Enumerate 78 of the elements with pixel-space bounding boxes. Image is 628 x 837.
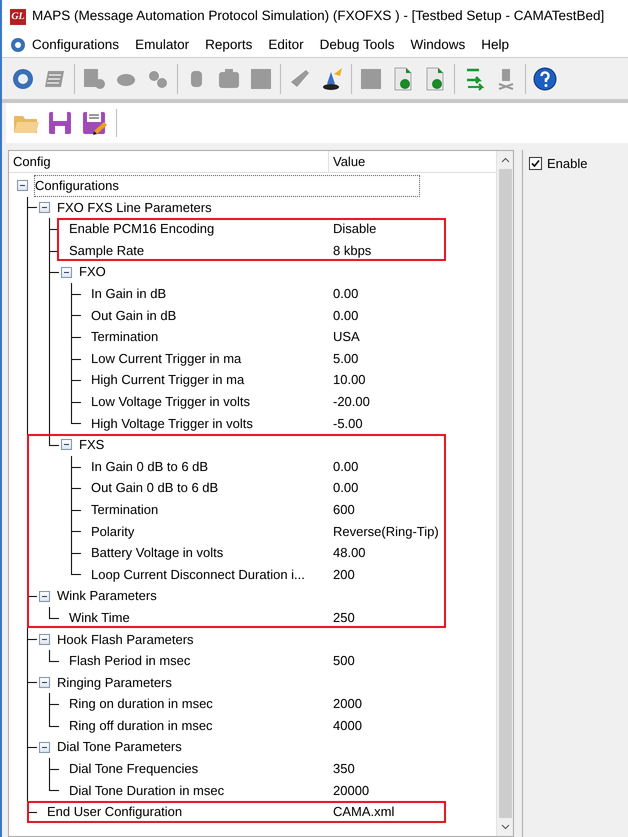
tree-item-label[interactable]: Termination: [91, 500, 158, 520]
tree-item-label[interactable]: Ring off duration in msec: [69, 716, 213, 736]
tree-item-label[interactable]: Enable PCM16 Encoding: [69, 219, 214, 239]
save-edit-icon[interactable]: [80, 109, 108, 137]
tree-item-label[interactable]: Flash Period in msec: [69, 651, 190, 671]
value-cell-text: 5.00: [332, 350, 358, 368]
tree-item-label[interactable]: Hook Flash Parameters: [57, 630, 194, 650]
checkbox[interactable]: [529, 157, 542, 170]
tree-item-label[interactable]: Configurations: [35, 176, 419, 196]
value-cell-text: 4000: [332, 716, 362, 735]
tree-item-label[interactable]: Wink Parameters: [57, 586, 157, 606]
tree-item-label[interactable]: FXO FXS Line Parameters: [57, 198, 212, 218]
value-cell-text: 0.00: [332, 479, 358, 498]
value-cell-text: 350: [332, 760, 355, 778]
value-cell-text: 600: [332, 500, 355, 519]
tree-item-label[interactable]: In Gain in dB: [91, 284, 166, 304]
value-cell-text: CAMA.xml: [332, 803, 394, 822]
tree-item-label[interactable]: Loop Current Disconnect Duration i...: [91, 564, 305, 584]
column-header[interactable]: Value: [329, 151, 496, 172]
value-cell-text: USA: [332, 328, 360, 346]
save-icon[interactable]: [46, 109, 74, 137]
collapse-toggle[interactable]: [61, 439, 72, 450]
collapse-toggle[interactable]: [39, 634, 50, 645]
tree-item-label[interactable]: In Gain 0 dB to 6 dB: [91, 456, 208, 476]
collapse-toggle[interactable]: [39, 676, 50, 688]
value-cell-text: 250: [332, 608, 355, 627]
collapse-toggle[interactable]: [17, 180, 28, 192]
menu-item[interactable]: Reports: [205, 34, 252, 56]
tree-item-label[interactable]: High Voltage Trigger in volts: [91, 414, 253, 434]
value-cell-text: 2000: [332, 695, 362, 714]
menu-item[interactable]: Help: [481, 34, 509, 56]
tree-item-label[interactable]: FXO: [79, 262, 106, 282]
value-cell-text: 8 kbps: [332, 242, 372, 260]
checkbox-label: Enable: [547, 155, 588, 173]
value-cell-text: -20.00: [332, 392, 370, 411]
tree-item-label[interactable]: Sample Rate: [69, 240, 144, 260]
menu-item[interactable]: Debug Tools: [320, 34, 394, 56]
collapse-toggle[interactable]: [61, 266, 72, 278]
tree-item-label[interactable]: Battery Voltage in volts: [91, 543, 224, 563]
menu-item[interactable]: Emulator: [135, 34, 190, 56]
tree-item-label[interactable]: Dial Tone Parameters: [57, 737, 182, 757]
value-cell-text: 48.00: [332, 544, 366, 562]
tree-item-label[interactable]: Low Voltage Trigger in volts: [91, 392, 250, 412]
collapse-toggle[interactable]: [39, 590, 50, 602]
collapse-toggle[interactable]: [39, 742, 50, 753]
tree-item-label[interactable]: Termination: [91, 327, 158, 347]
menu-item[interactable]: Windows: [410, 34, 466, 56]
value-cell-text: 10.00: [332, 371, 366, 390]
value-cell-text: Disable: [332, 220, 376, 238]
tree-item-label[interactable]: Ringing Parameters: [57, 672, 172, 692]
help-icon[interactable]: [532, 66, 558, 92]
tree-item-label[interactable]: Out Gain in dB: [91, 306, 176, 326]
tree-item-label[interactable]: Ring on duration in msec: [69, 694, 213, 714]
tree-item-label[interactable]: High Current Trigger in ma: [91, 370, 244, 390]
window-title: MAPS (Message Automation Protocol Simulation) (FXOFXS ) - [Testbed Setup - CAMATestBed]: [32, 7, 604, 26]
tree-item-label[interactable]: End User Configuration: [47, 802, 182, 822]
menu-item[interactable]: Configurations: [32, 34, 120, 56]
tree-item-label[interactable]: Dial Tone Duration in msec: [69, 780, 224, 800]
column-header[interactable]: Config: [9, 151, 329, 172]
value-cell-text: 0.00: [332, 458, 358, 476]
tree-item-label[interactable]: FXS: [79, 435, 104, 455]
collapse-toggle[interactable]: [39, 202, 50, 213]
value-cell-text: 500: [332, 652, 355, 670]
value-cell-text: 200: [332, 566, 355, 584]
menu-item[interactable]: Editor: [268, 34, 304, 56]
value-cell-text: -5.00: [332, 414, 363, 433]
tree-item-label[interactable]: Dial Tone Frequencies: [69, 759, 198, 779]
value-cell-text: Reverse(Ring-Tip): [332, 522, 439, 541]
value-cell-text: 20000: [332, 782, 370, 800]
tree-item-label[interactable]: Wink Time: [69, 608, 130, 628]
tree-item-label[interactable]: Polarity: [91, 522, 134, 542]
app-logo: GL: [10, 8, 26, 24]
value-cell-text: 0.00: [332, 306, 358, 325]
gear-icon[interactable]: [10, 37, 26, 53]
tree-item-label[interactable]: Out Gain 0 dB to 6 dB: [91, 478, 218, 498]
value-cell-text: 0.00: [332, 285, 358, 304]
scrollbar[interactable]: [496, 151, 513, 836]
tree-item-label[interactable]: Low Current Trigger in ma: [91, 348, 242, 368]
